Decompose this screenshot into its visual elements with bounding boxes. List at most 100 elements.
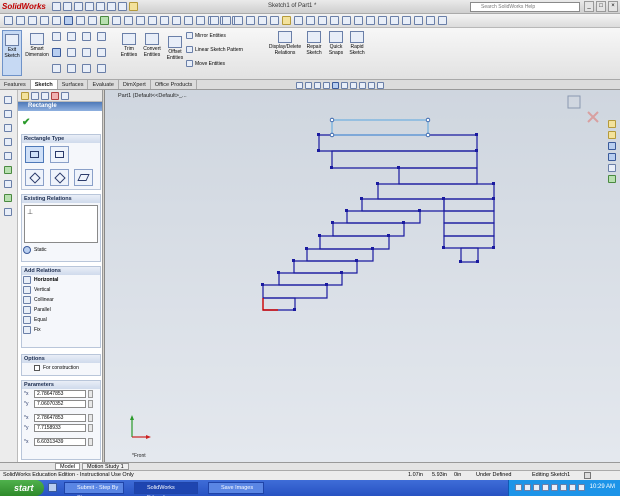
- sketch-vertex[interactable]: [402, 221, 405, 224]
- confirmation-corner: [567, 95, 599, 123]
- sketch-vertex[interactable]: [442, 197, 445, 200]
- sketch-rectangle[interactable]: [377, 183, 495, 200]
- sketch-geometry: [262, 134, 495, 311]
- sketch-rectangle[interactable]: [318, 134, 478, 152]
- start-button[interactable]: start: [0, 480, 44, 496]
- system-tray: 10:29 AM: [508, 480, 620, 496]
- status-edition: SolidWorks Education Edition - Instructi…: [3, 472, 134, 478]
- status-definition-state: Under Defined: [476, 472, 512, 478]
- task-submit[interactable]: Submit - Step By Step...: [64, 482, 124, 496]
- sketch-vertex[interactable]: [317, 149, 320, 152]
- task-save-images[interactable]: Save Images: [208, 482, 264, 494]
- sketch-vertex[interactable]: [261, 283, 264, 286]
- view-palette-icon[interactable]: [608, 153, 616, 161]
- sketch-vertex[interactable]: [492, 182, 495, 185]
- file-explorer-icon[interactable]: [608, 142, 616, 150]
- sketch-rectangle[interactable]: [263, 297, 296, 311]
- clock: 10:29 AM: [589, 484, 615, 490]
- battery-icon[interactable]: [551, 484, 558, 491]
- triad-x-arrow: [146, 435, 151, 439]
- sketch-vertex[interactable]: [371, 247, 374, 250]
- sketch-vertex[interactable]: [475, 149, 478, 152]
- bluetooth-icon[interactable]: [560, 484, 567, 491]
- help-icon[interactable]: [584, 472, 591, 479]
- sketch-vertex[interactable]: [459, 260, 462, 263]
- triad-y-arrow: [130, 415, 134, 420]
- sketch-vertex[interactable]: [376, 182, 379, 185]
- preview-handles: [329, 117, 431, 138]
- sketch-rectangle[interactable]: [443, 235, 495, 249]
- design-library-icon[interactable]: [608, 131, 616, 139]
- sketch-vertex[interactable]: [360, 197, 363, 200]
- update-icon[interactable]: [542, 484, 549, 491]
- status-y-coordinate: 5.93in: [432, 472, 447, 478]
- sketch-vertex[interactable]: [476, 260, 479, 263]
- sketch-rectangle[interactable]: [346, 210, 421, 224]
- browser-icon[interactable]: [48, 483, 57, 492]
- sketch-canvas: [130, 95, 599, 439]
- network-icon[interactable]: [515, 484, 522, 491]
- sketch-vertex[interactable]: [317, 133, 320, 136]
- sketch-vertex[interactable]: [475, 133, 478, 136]
- tab-model[interactable]: Model: [55, 463, 80, 470]
- taskbar: start Submit - Step By Step... SolidWork…: [0, 480, 620, 496]
- view-name-label: *Front: [132, 453, 146, 459]
- sketch-rectangle[interactable]: [443, 222, 495, 237]
- sketch-rectangle[interactable]: [319, 235, 390, 250]
- sketch-rectangle[interactable]: [262, 284, 328, 299]
- sketch-vertex[interactable]: [340, 271, 343, 274]
- sketch-rectangle[interactable]: [293, 260, 358, 274]
- sketch-vertices: [261, 133, 495, 311]
- tray-icons: [515, 484, 585, 491]
- handle-point[interactable]: [329, 117, 335, 123]
- sketch-vertex[interactable]: [355, 259, 358, 262]
- coordinate-triad: [130, 415, 151, 439]
- task-pane-tabs: [608, 120, 618, 186]
- model-tabs: Model Motion Study 1: [0, 462, 620, 470]
- preview-rectangle[interactable]: [331, 119, 429, 136]
- security-icon[interactable]: [533, 484, 540, 491]
- sketch-vertex[interactable]: [492, 246, 495, 249]
- handle-point[interactable]: [329, 132, 335, 138]
- tab-motion-study[interactable]: Motion Study 1: [81, 463, 129, 470]
- status-editing: Editing Sketch1: [532, 472, 571, 478]
- sketch-rectangle[interactable]: [361, 198, 445, 212]
- fixed-edge[interactable]: [262, 298, 278, 311]
- sketch-rectangle[interactable]: [331, 150, 478, 169]
- status-x-coordinate: 1.07in: [408, 472, 423, 478]
- sketch-vertex[interactable]: [442, 246, 445, 249]
- resources-icon[interactable]: [608, 120, 616, 128]
- sketch-vertex[interactable]: [325, 283, 328, 286]
- appearances-icon[interactable]: [608, 164, 616, 172]
- sketch-vertex[interactable]: [293, 308, 296, 311]
- sketch-vertex[interactable]: [331, 221, 334, 224]
- sketch-vertex[interactable]: [277, 271, 280, 274]
- sketch-rectangle[interactable]: [332, 222, 405, 237]
- custom-properties-icon[interactable]: [608, 175, 616, 183]
- sketch-rectangle[interactable]: [443, 210, 495, 224]
- sketch-vertex[interactable]: [330, 166, 333, 169]
- volume-icon[interactable]: [524, 484, 531, 491]
- handle-point[interactable]: [425, 117, 431, 123]
- sketch-vertex[interactable]: [345, 209, 348, 212]
- sketch-vertex[interactable]: [305, 247, 308, 250]
- sketch-vertex[interactable]: [387, 234, 390, 237]
- task-solidworks[interactable]: SolidWorks Education...: [134, 482, 198, 496]
- printer-icon[interactable]: [569, 484, 576, 491]
- sketch-rectangle[interactable]: [278, 272, 343, 286]
- status-bar: SolidWorks Education Edition - Instructi…: [0, 470, 620, 480]
- cancel-corner-icon[interactable]: [587, 111, 599, 123]
- sketch-vertex[interactable]: [492, 197, 495, 200]
- sketch-vertex[interactable]: [418, 209, 421, 212]
- handle-point[interactable]: [425, 132, 431, 138]
- sketch-vertex[interactable]: [318, 234, 321, 237]
- status-z-coordinate: 0in: [454, 472, 462, 478]
- exit-sketch-corner-icon[interactable]: [567, 95, 581, 109]
- sketch-vertex[interactable]: [397, 166, 400, 169]
- sketch-vertex[interactable]: [292, 259, 295, 262]
- messenger-icon[interactable]: [578, 484, 585, 491]
- sketch-rectangle[interactable]: [306, 248, 374, 262]
- sketch-rectangle[interactable]: [443, 198, 495, 212]
- sketch-rectangle[interactable]: [398, 167, 478, 185]
- sketch-rectangle[interactable]: [460, 247, 479, 263]
